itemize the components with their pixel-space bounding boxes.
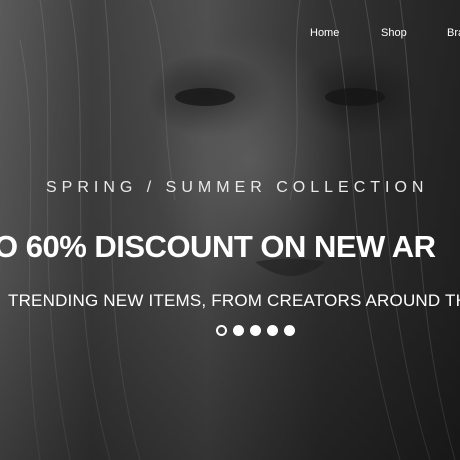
slider-dot[interactable] bbox=[284, 325, 295, 336]
main-nav: Home Shop Bra bbox=[0, 27, 460, 43]
slider-dot[interactable] bbox=[250, 325, 261, 336]
hero-slider: Home Shop Bra SPRING / SUMMER COLLECTION… bbox=[0, 0, 460, 460]
slide-subline: TRENDING NEW ITEMS, FROM CREATORS AROUND… bbox=[8, 291, 460, 310]
slider-pagination bbox=[216, 325, 295, 336]
nav-brands[interactable]: Bra bbox=[447, 27, 460, 39]
slider-dot[interactable] bbox=[233, 325, 244, 336]
slide-kicker: SPRING / SUMMER COLLECTION bbox=[46, 179, 429, 196]
nav-shop[interactable]: Shop bbox=[381, 27, 407, 39]
slide-headline: O 60% DISCOUNT ON NEW AR bbox=[0, 229, 436, 264]
nav-home[interactable]: Home bbox=[310, 27, 339, 39]
slider-dot[interactable] bbox=[267, 325, 278, 336]
slider-dot[interactable] bbox=[216, 325, 227, 336]
